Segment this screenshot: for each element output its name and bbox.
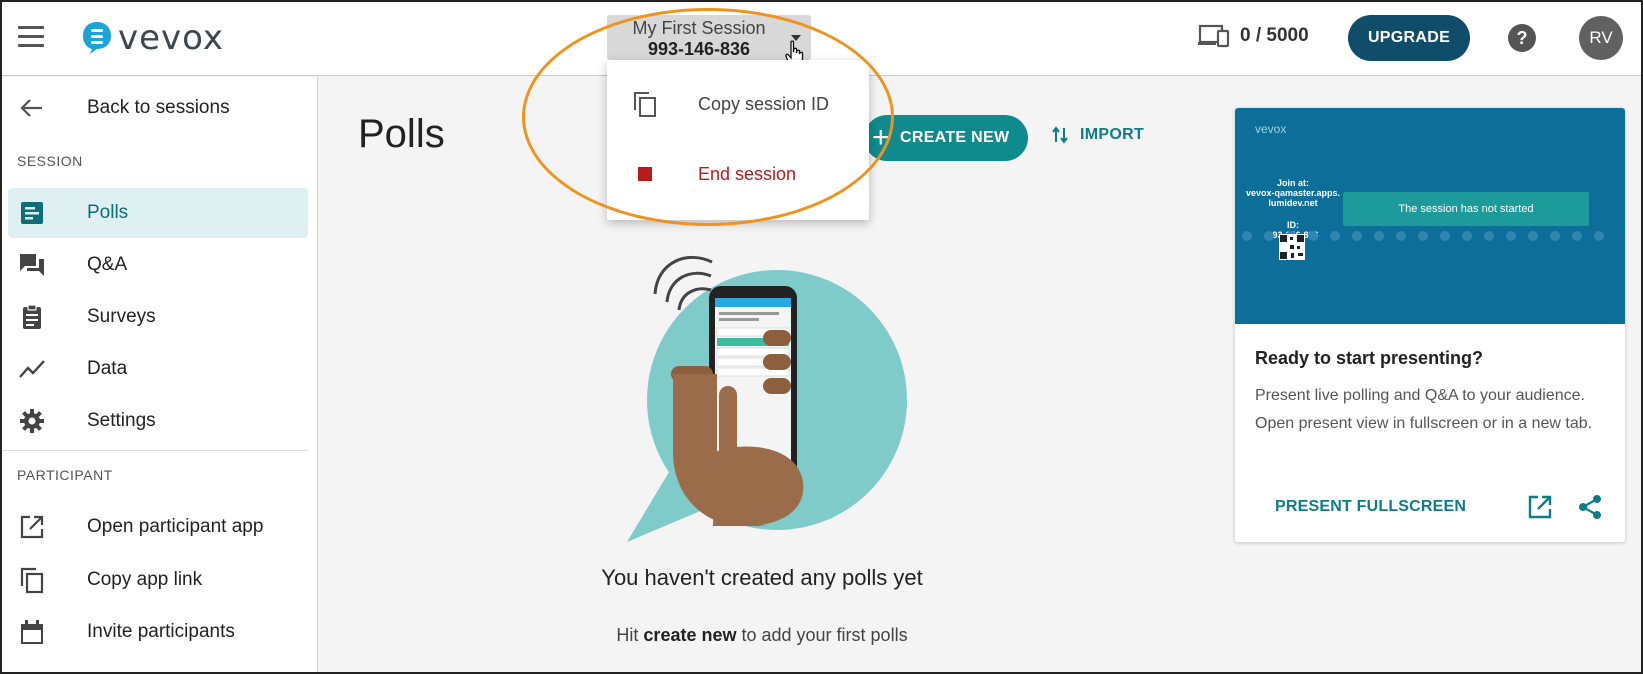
- open-new-tab-icon[interactable]: [1527, 494, 1553, 520]
- logo-text: vevox: [118, 18, 225, 58]
- sidebar-item-label: Data: [87, 358, 128, 379]
- polls-icon: [21, 202, 43, 224]
- back-label: Back to sessions: [87, 97, 230, 118]
- session-id: 993-146-836: [647, 39, 751, 59]
- help-icon[interactable]: ?: [1508, 24, 1536, 52]
- sidebar-item-settings[interactable]: Settings: [2, 396, 318, 446]
- open-external-icon: [20, 515, 44, 539]
- preview-join-line: lumidev.net: [1268, 198, 1318, 208]
- arrow-left-icon: [20, 99, 42, 117]
- plus-icon: +: [872, 121, 890, 154]
- card-title: Ready to start presenting?: [1255, 348, 1484, 368]
- surveys-icon: [23, 304, 41, 329]
- preview-status-bubble: The session has not started: [1343, 192, 1589, 226]
- sidebar-item-label: Settings: [87, 410, 156, 431]
- sidebar-item-polls[interactable]: Polls: [8, 188, 308, 238]
- phone-illustration: [627, 256, 907, 542]
- sidebar-item-data[interactable]: Data: [2, 344, 318, 394]
- sidebar-item-label: Polls: [87, 202, 129, 223]
- end-session-menu-item[interactable]: End session: [607, 144, 869, 204]
- participant-section-heading: PARTICIPANT: [17, 467, 113, 483]
- page-title: Polls: [358, 112, 445, 156]
- create-new-button[interactable]: + CREATE NEW: [864, 115, 1028, 161]
- session-menu: Copy session ID End session: [607, 60, 869, 220]
- devices-count: 0 / 5000: [1240, 25, 1309, 46]
- preview-logo: vevox: [1255, 122, 1287, 136]
- session-selector[interactable]: My First Session 993-146-836: [607, 15, 811, 60]
- present-preview-card: vevox Join at: vevox-qamaster.apps. lumi…: [1235, 108, 1625, 542]
- sidebar-item-label: Copy app link: [87, 569, 203, 590]
- import-sort-icon: [1052, 126, 1068, 144]
- vevox-logo[interactable]: vevox: [82, 18, 224, 58]
- sidebar-item-invite-participants[interactable]: Invite participants: [2, 607, 318, 657]
- upgrade-button[interactable]: UPGRADE: [1348, 15, 1470, 61]
- data-icon: [19, 360, 45, 378]
- sidebar-divider: [2, 450, 308, 451]
- copy-session-id-label: Copy session ID: [698, 93, 830, 114]
- empty-sub-bold: create new: [643, 625, 737, 645]
- import-button[interactable]: IMPORT: [1052, 126, 1144, 144]
- session-section-heading: SESSION: [17, 153, 83, 169]
- card-description: Present live polling and Q&A to your aud…: [1255, 387, 1593, 432]
- devices-icon: [1198, 24, 1230, 48]
- stop-icon: [638, 167, 652, 181]
- back-to-sessions-link[interactable]: Back to sessions: [2, 83, 318, 133]
- sidebar: Back to sessions SESSION Polls Q&A Surve…: [2, 77, 318, 672]
- empty-state-title: You haven't created any polls yet: [601, 565, 923, 590]
- sidebar-item-label: Surveys: [87, 306, 156, 327]
- share-icon[interactable]: [1577, 494, 1603, 520]
- preview-qr-code: [1279, 234, 1305, 260]
- menu-icon[interactable]: [18, 26, 44, 48]
- device-counter: 0 / 5000: [1198, 24, 1309, 48]
- preview-join-info: Join at: vevox-qamaster.apps. lumidev.ne…: [1243, 178, 1343, 208]
- session-name: My First Session: [632, 18, 766, 38]
- preview-join-line: Join at:: [1276, 178, 1309, 188]
- empty-state-subtitle: Hit create new to add your first polls: [472, 625, 1052, 646]
- create-new-label: CREATE NEW: [900, 129, 1010, 146]
- session-preview-thumbnail[interactable]: vevox Join at: vevox-qamaster.apps. lumi…: [1235, 108, 1625, 324]
- copy-icon: [20, 567, 44, 594]
- empty-sub-prefix: Hit: [616, 625, 644, 645]
- vevox-logo-icon: [83, 22, 111, 54]
- sidebar-item-label: Invite participants: [87, 621, 235, 642]
- copy-session-id-menu-item[interactable]: Copy session ID: [607, 74, 869, 134]
- end-session-label: End session: [698, 163, 797, 184]
- sidebar-item-open-participant-app[interactable]: Open participant app: [2, 502, 318, 552]
- qa-icon: [20, 254, 44, 276]
- app-window: vevox My First Session 993-146-836 0 / 5…: [0, 0, 1643, 674]
- gear-icon: [20, 409, 44, 433]
- empty-sub-suffix: to add your first polls: [736, 625, 908, 645]
- sidebar-item-label: Open participant app: [87, 516, 264, 537]
- copy-icon: [634, 92, 656, 117]
- sidebar-item-qa[interactable]: Q&A: [2, 240, 318, 290]
- calendar-icon: [21, 620, 43, 644]
- sidebar-item-copy-app-link[interactable]: Copy app link: [2, 555, 318, 605]
- avatar[interactable]: RV: [1579, 16, 1623, 60]
- preview-join-line: vevox-qamaster.apps.: [1245, 188, 1341, 198]
- sidebar-item-surveys[interactable]: Surveys: [2, 292, 318, 342]
- present-fullscreen-button[interactable]: PRESENT FULLSCREEN: [1275, 498, 1466, 516]
- sidebar-item-label: Q&A: [87, 254, 128, 275]
- import-label: IMPORT: [1080, 126, 1145, 143]
